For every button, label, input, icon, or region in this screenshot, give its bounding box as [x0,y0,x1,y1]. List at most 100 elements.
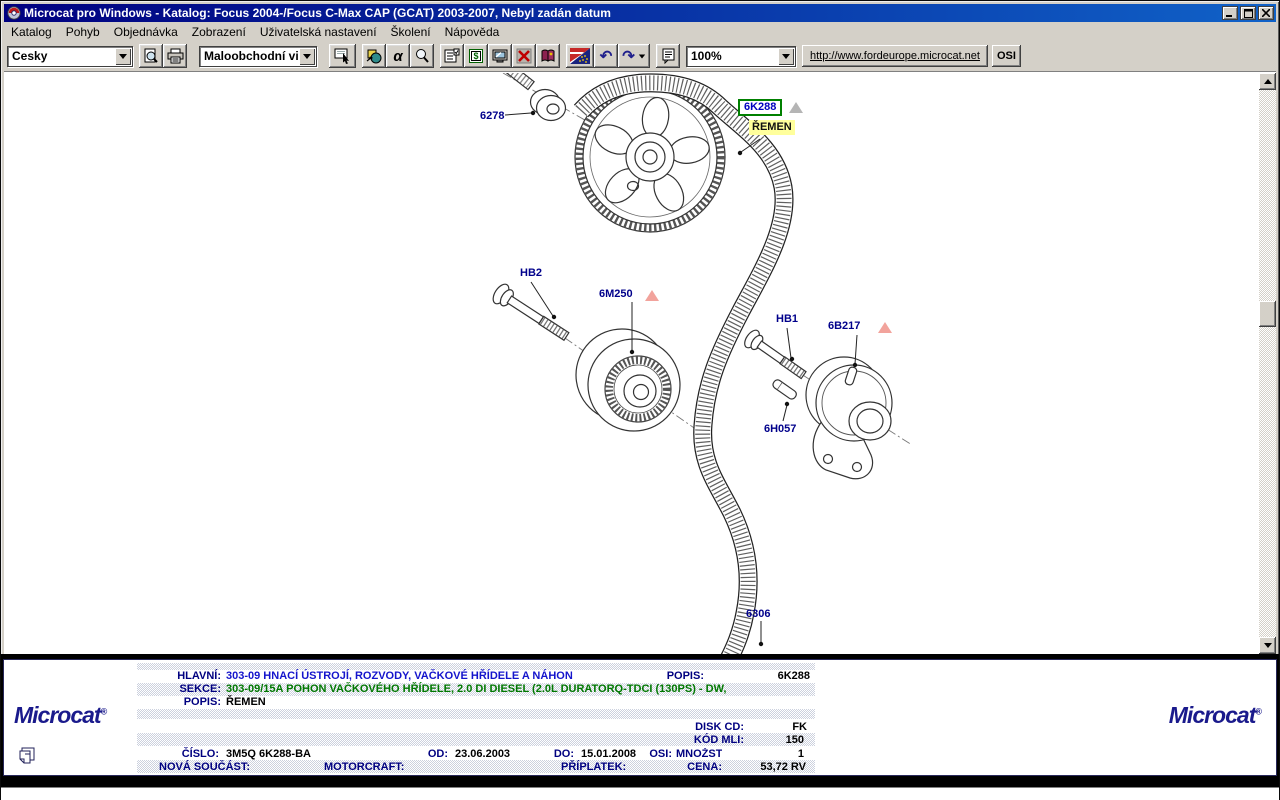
popis-code-value: 6K288 [744,670,810,683]
title-bar: Microcat pro Windows - Katalog: Focus 20… [4,4,1276,22]
status-strip [1,787,1279,800]
alpha-index-button[interactable]: α [386,44,410,68]
row-kod-mli: KÓD MLI: 150 [4,734,1276,747]
row-popis: POPIS: ŘEMEN [4,696,1276,709]
printer-icon [167,48,184,64]
part-info-panel: HLAVNÍ: 303-09 HNACÍ ÚSTROJÍ, ROZVODY, V… [1,654,1279,787]
delete-x-icon [516,48,532,64]
motorcraft-label: MOTORCRAFT: [324,761,434,774]
price-book-button[interactable]: $ [464,44,488,68]
sekce-value: 303-09/15A POHON VAČKOVÉHO HŘÍDELE, 2.0 … [226,683,726,696]
pin-6h057[interactable] [771,378,797,400]
catalog-book-button[interactable] [536,44,560,68]
scrollbar-thumb[interactable] [1259,301,1276,327]
close-button[interactable] [1258,6,1274,20]
app-window: Microcat pro Windows - Katalog: Focus 20… [0,0,1280,800]
view-mode-select[interactable]: Maloobchodní vi [199,46,317,67]
stripe [137,709,815,719]
redo-icon: ↷ [622,49,635,64]
undo-icon: ↶ [600,49,613,64]
delete-button[interactable] [512,44,536,68]
part-label-6h057[interactable]: 6H057 [764,423,796,435]
kod-mli-value: 150 [744,734,804,747]
scroll-up-button[interactable] [1259,73,1276,90]
menu-katalog[interactable]: Katalog [4,24,59,40]
part-label-hb1[interactable]: HB1 [776,313,798,325]
part-label-6278[interactable]: 6278 [480,110,504,122]
language-select[interactable]: Cesky [7,46,133,67]
diagram-canvas[interactable]: 6278 HB2 6M250 HB1 6B217 6H057 6306 6K28… [4,73,1276,654]
do-value: 15.01.2008 [581,748,636,761]
view-mode-select-arrow[interactable] [299,48,315,65]
language-select-arrow[interactable] [115,48,131,65]
bolt-hb2[interactable] [490,282,572,346]
language-flag-button[interactable] [566,44,594,68]
priplatek-label: PŘÍPLATEK: [561,761,651,774]
monitor-icon [492,48,508,64]
menu-bar: Katalog Pohyb Objednávka Zobrazení Uživa… [4,23,1276,41]
note-icon [661,48,676,64]
menu-napoveda[interactable]: Nápověda [438,24,507,40]
attention-triangle-6b217 [878,322,892,333]
mnozstvi-value: 1 [744,748,804,761]
hotspot-select-button[interactable] [329,44,356,68]
svg-text:$: $ [473,51,478,61]
hlavni-value: 303-09 HNACÍ ÚSTROJÍ, ROZVODY, VAČKOVÉ H… [226,670,573,683]
row-sekce: SEKCE: 303-09/15A POHON VAČKOVÉHO HŘÍDEL… [4,683,1276,696]
zoom-tool-button[interactable] [410,44,434,68]
website-link-button[interactable]: http://www.fordeurope.microcat.net [802,45,988,67]
selected-part-code[interactable]: 6K288 [738,99,782,116]
inactive-triangle-6k288 [789,102,803,113]
scroll-down-button[interactable] [1259,637,1276,654]
od-label: OD: [384,748,448,761]
row-hlavni: HLAVNÍ: 303-09 HNACÍ ÚSTROJÍ, ROZVODY, V… [4,670,1276,683]
idler-pulley-6m250[interactable] [576,329,680,431]
part-label-6306[interactable]: 6306 [746,608,770,620]
parts-list-button[interactable] [440,44,464,68]
app-icon [7,6,21,20]
selected-part-name[interactable]: ŘEMEN [749,120,795,135]
redo-button[interactable]: ↷ [618,44,650,68]
part-label-hb2[interactable]: HB2 [520,267,542,279]
microcat-logo-right: Microcat® [1169,702,1262,729]
menu-uzivatelska-nastaveni[interactable]: Uživatelská nastavení [253,24,384,40]
notes-page-icon[interactable] [18,746,37,765]
minimize-button[interactable] [1222,6,1238,20]
row-cena: NOVÁ SOUČÁST: MOTORCRAFT: PŘÍPLATEK: CEN… [4,761,1276,774]
shapes-icon [366,48,382,64]
osi-button[interactable]: OSI [992,45,1021,67]
washer-6278[interactable] [531,90,566,121]
bolt-hb1[interactable] [742,328,810,384]
vertical-scrollbar[interactable] [1259,73,1276,654]
cislo-label: ČÍSLO: [137,748,219,761]
mnozstvi-label: MNOŽST.: [676,748,722,761]
hlavni-label: HLAVNÍ: [137,670,221,683]
maximize-button[interactable] [1240,6,1256,20]
stripe [137,663,815,670]
flag-icon [570,48,590,64]
tensioner-6b217[interactable] [806,357,892,479]
zoom-level-select[interactable]: 100% [686,46,796,67]
od-value: 23.06.2003 [455,748,510,761]
print-preview-button[interactable] [139,44,163,68]
row-cislo: ČÍSLO: 3M5Q 6K288-BA OD: 23.06.2003 DO: … [4,748,1276,761]
alpha-icon: α [393,48,402,65]
menu-skoleni[interactable]: Školení [384,24,438,40]
print-button[interactable] [163,44,187,68]
popis-label: POPIS: [137,696,221,709]
redo-dropdown-arrow[interactable] [639,54,645,58]
book-icon [540,48,556,64]
zoom-level-select-arrow[interactable] [778,48,794,65]
menu-pohyb[interactable]: Pohyb [59,24,107,40]
sekce-label: SEKCE: [137,683,221,696]
graphical-index-button[interactable] [362,44,386,68]
notes-button[interactable] [656,44,680,68]
menu-objednavka[interactable]: Objednávka [107,24,185,40]
popis-code-label: POPIS: [664,670,704,683]
part-label-6b217[interactable]: 6B217 [828,320,860,332]
menu-zobrazeni[interactable]: Zobrazení [185,24,253,40]
microcat-logo-left: Microcat® [14,702,107,729]
part-label-6m250[interactable]: 6M250 [599,288,633,300]
screen-view-button[interactable] [488,44,512,68]
undo-button[interactable]: ↶ [594,44,618,68]
